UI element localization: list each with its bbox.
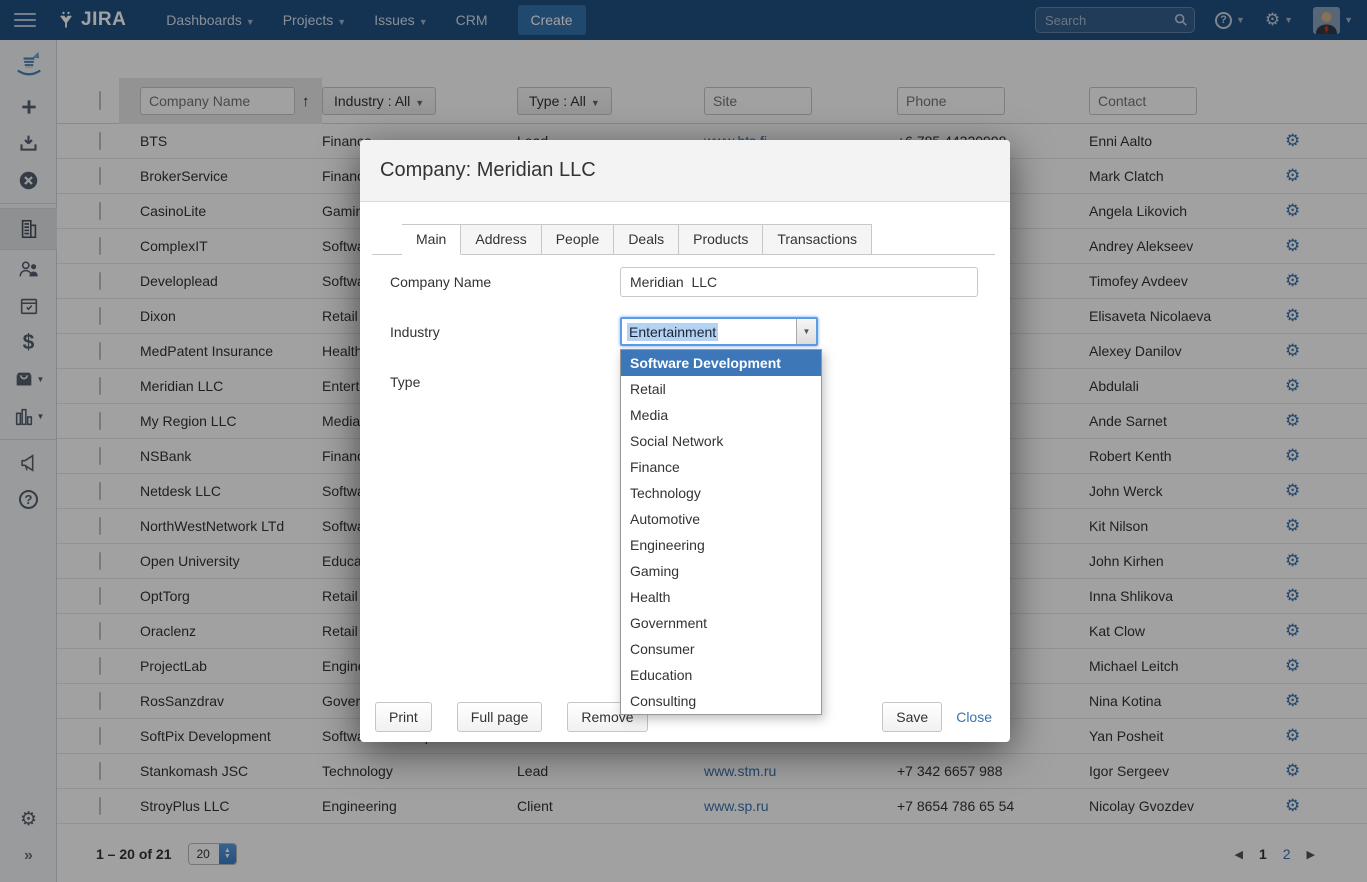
dialog-tab[interactable]: Address (461, 224, 541, 255)
industry-label: Industry (390, 317, 440, 347)
dropdown-option[interactable]: Media (621, 402, 821, 428)
dialog-tabs: MainAddressPeopleDealsProductsTransactio… (372, 224, 995, 255)
company-name-label: Company Name (390, 267, 491, 297)
dropdown-option[interactable]: Government (621, 610, 821, 636)
dropdown-option[interactable]: Finance (621, 454, 821, 480)
print-button[interactable]: Print (375, 702, 432, 732)
industry-dropdown-list: Software DevelopmentRetailMediaSocial Ne… (620, 349, 822, 715)
industry-select[interactable]: Entertainment ▼ (620, 317, 818, 346)
select-arrow-button[interactable]: ▼ (796, 319, 816, 344)
company-dialog: Company: Meridian LLC MainAddressPeopleD… (360, 140, 1010, 742)
company-name-input[interactable] (620, 267, 978, 297)
dialog-tab[interactable]: Deals (614, 224, 679, 255)
industry-selected-value: Entertainment (627, 323, 718, 341)
dropdown-option[interactable]: Education (621, 662, 821, 688)
dialog-tab[interactable]: Transactions (763, 224, 872, 255)
dropdown-option[interactable]: Software Development (621, 350, 821, 376)
dropdown-option[interactable]: Health (621, 584, 821, 610)
dropdown-option[interactable]: Technology (621, 480, 821, 506)
dropdown-option[interactable]: Consulting (621, 688, 821, 714)
dropdown-option[interactable]: Retail (621, 376, 821, 402)
dropdown-option[interactable]: Gaming (621, 558, 821, 584)
dialog-tab[interactable]: Products (679, 224, 763, 255)
close-link[interactable]: Close (956, 709, 992, 725)
chevron-down-icon: ▼ (803, 327, 811, 336)
dropdown-option[interactable]: Consumer (621, 636, 821, 662)
crm-companies-page: JIRA Dashboards▼ Projects▼ Issues▼ CRM C… (0, 0, 1367, 882)
dialog-title: Company: Meridian LLC (380, 159, 596, 182)
full-page-button[interactable]: Full page (457, 702, 543, 732)
save-button[interactable]: Save (882, 702, 942, 732)
type-label: Type (390, 367, 420, 397)
dropdown-option[interactable]: Engineering (621, 532, 821, 558)
dialog-header: Company: Meridian LLC (360, 140, 1010, 202)
dialog-tab[interactable]: People (542, 224, 615, 255)
dropdown-option[interactable]: Automotive (621, 506, 821, 532)
dropdown-option[interactable]: Social Network (621, 428, 821, 454)
dialog-tab[interactable]: Main (402, 224, 461, 255)
